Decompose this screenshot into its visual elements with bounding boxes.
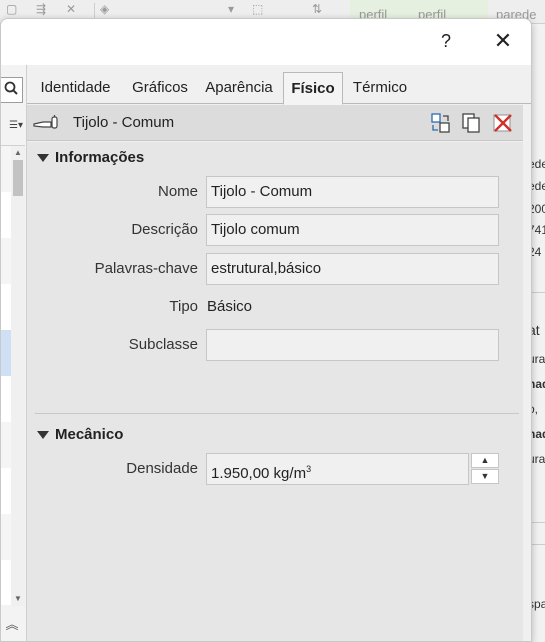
search-button[interactable] [1, 77, 23, 103]
list-item[interactable] [1, 192, 11, 238]
section-mecanico[interactable]: Mecânico [37, 424, 123, 446]
keywords-label: Palavras-chave [94, 260, 198, 277]
double-chevron-up-icon: ︽ [5, 617, 19, 632]
bg-tool-icon-4: ◈ [100, 2, 110, 16]
help-button[interactable]: ? [432, 27, 460, 55]
section-divider [35, 413, 519, 414]
bg-tool-dropdown-icon: ▾ [228, 2, 235, 16]
list-item[interactable] [1, 146, 11, 192]
list-item[interactable] [1, 422, 11, 468]
density-value: 1.950,00 kg/m [211, 465, 307, 482]
list-item[interactable] [1, 376, 11, 422]
list-item[interactable] [1, 284, 11, 330]
arrow-down-icon: ▼ [480, 471, 490, 481]
tab-termico[interactable]: Térmico [343, 72, 417, 104]
section-title: Mecânico [55, 426, 124, 443]
type-label: Tipo [169, 298, 198, 315]
tab-aparencia[interactable]: Aparência [196, 72, 282, 104]
section-informacoes[interactable]: Informações [37, 147, 144, 169]
duplicate-asset-icon [462, 113, 480, 133]
search-icon [2, 80, 20, 100]
remove-asset-icon [493, 114, 512, 132]
list-scrollbar[interactable]: ▲ ▼ [11, 146, 25, 606]
material-asset-icon [33, 114, 61, 132]
collapse-button[interactable]: ︽ [1, 613, 23, 637]
name-field[interactable]: Tijolo - Comum [206, 176, 499, 208]
name-label: Nome [157, 183, 198, 200]
subclass-label: Subclasse [128, 336, 198, 353]
bg-tool-icon-6: ⇅ [312, 2, 323, 16]
scroll-up-arrow-icon[interactable]: ▲ [11, 146, 25, 160]
subclass-field[interactable] [206, 329, 499, 361]
filter-dropdown[interactable]: ☰▾ [1, 115, 25, 137]
keywords-field[interactable]: estrutural,básico [206, 253, 499, 285]
collapse-triangle-icon [37, 154, 49, 163]
material-list: ▲ ▼ [1, 145, 25, 606]
duplicate-asset-button[interactable] [460, 112, 484, 134]
dialog-content: ☰▾ ▲ ▼ ︽ Identidade Gráficos Aparência F… [1, 65, 531, 641]
physical-properties-panel: Informações Nome Tijolo - Comum Descriçã… [27, 142, 523, 641]
material-browser-dialog: ? ✕ ☰▾ ▲ ▼ ︽ Identidade Gráficos Aparênc… [0, 18, 532, 642]
scroll-thumb[interactable] [13, 160, 23, 196]
replace-asset-icon [431, 113, 450, 133]
asset-header-bar: Tijolo - Comum [27, 105, 523, 141]
density-unit-exponent: 3 [306, 464, 312, 474]
collapse-triangle-icon [37, 431, 49, 440]
section-title: Informações [55, 149, 145, 166]
material-list-pane: ☰▾ ▲ ▼ ︽ [1, 65, 27, 641]
list-item[interactable] [1, 238, 11, 284]
description-label: Descrição [131, 221, 198, 238]
bg-tool-icon-2: ⇶ [36, 2, 47, 16]
tab-identidade[interactable]: Identidade [27, 72, 124, 104]
density-label: Densidade [126, 460, 198, 477]
remove-asset-button[interactable] [491, 112, 515, 134]
asset-name: Tijolo - Comum [73, 114, 175, 131]
density-field[interactable]: 1.950,00 kg/m3 [206, 453, 469, 485]
filter-dropdown-icon: ☰▾ [9, 120, 23, 131]
description-field[interactable]: Tijolo comum [206, 214, 499, 246]
tab-graficos[interactable]: Gráficos [124, 72, 196, 104]
bg-tool-icon-3: ✕ [66, 2, 77, 16]
list-item-selected[interactable] [1, 330, 11, 376]
dialog-titlebar: ? ✕ [1, 19, 531, 65]
bg-tool-icon-5: ⬚ [252, 2, 264, 16]
replace-asset-button[interactable] [429, 112, 453, 134]
close-button[interactable]: ✕ [489, 27, 517, 55]
bg-tool-icon-1: ▢ [6, 2, 18, 16]
tab-fisico[interactable]: Físico [283, 72, 343, 105]
scroll-down-arrow-icon[interactable]: ▼ [11, 592, 25, 606]
tab-bar: Identidade Gráficos Aparência Físico Tér… [27, 72, 531, 105]
density-spin-up[interactable]: ▲ [471, 453, 499, 468]
density-spin-down[interactable]: ▼ [471, 469, 499, 484]
arrow-up-icon: ▲ [480, 455, 490, 465]
type-value: Básico [207, 298, 253, 315]
list-item[interactable] [1, 468, 11, 514]
list-item[interactable] [1, 514, 11, 560]
